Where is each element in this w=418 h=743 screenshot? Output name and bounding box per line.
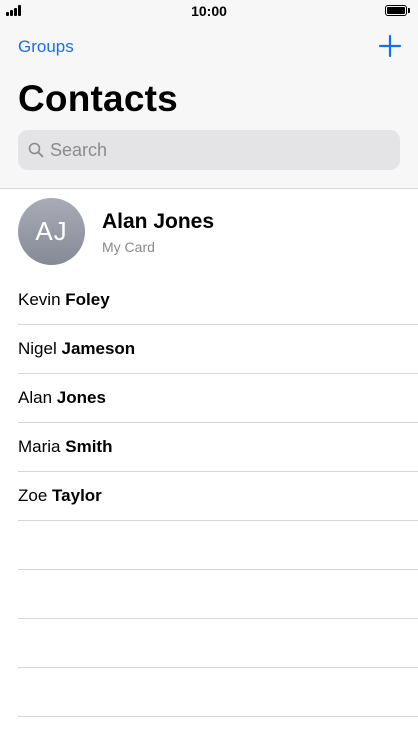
my-card-subtitle: My Card: [102, 239, 155, 255]
contact-name: Kevin Foley: [18, 290, 110, 310]
groups-button[interactable]: Groups: [18, 37, 74, 57]
battery-icon: [385, 5, 410, 16]
contact-first-name: Maria: [18, 437, 61, 456]
search-bar[interactable]: [18, 130, 400, 170]
contact-last-name: Smith: [65, 437, 113, 456]
contact-last-name: Jones: [56, 388, 106, 407]
contact-row[interactable]: Alan Jones: [0, 374, 418, 423]
contact-row[interactable]: Kevin Foley: [0, 276, 418, 325]
search-input[interactable]: [50, 130, 390, 170]
empty-list-row: [0, 619, 418, 668]
contact-row[interactable]: Maria Smith: [0, 423, 418, 472]
status-time: 10:00: [191, 3, 227, 19]
contact-list: Kevin Foley Nigel Jameson Alan Jones Mar…: [0, 276, 418, 717]
add-contact-button[interactable]: [378, 34, 402, 58]
contact-first-name: Kevin: [18, 290, 61, 309]
contact-name: Nigel Jameson: [18, 339, 135, 359]
contact-first-name: Nigel: [18, 339, 57, 358]
page-title: Contacts: [18, 78, 178, 119]
contact-row[interactable]: Nigel Jameson: [0, 325, 418, 374]
my-card-name: Alan Jones: [102, 210, 215, 233]
contact-name: Alan Jones: [18, 388, 106, 408]
my-card[interactable]: AJ Alan Jones My Card: [0, 189, 418, 275]
avatar: AJ: [18, 198, 85, 265]
search-icon: [28, 142, 44, 158]
contact-name: Maria Smith: [18, 437, 112, 457]
contact-first-name: Zoe: [18, 486, 48, 505]
empty-list-row: [0, 521, 418, 570]
contact-first-name: Alan: [18, 388, 53, 407]
contact-last-name: Foley: [65, 290, 110, 309]
empty-list-row: [0, 570, 418, 619]
contact-name: Zoe Taylor: [18, 486, 102, 506]
contact-row[interactable]: Zoe Taylor: [0, 472, 418, 521]
plus-icon: [378, 34, 402, 58]
header-area: 10:00 Groups Contacts: [0, 0, 418, 189]
status-bar: 10:00: [0, 0, 418, 22]
empty-list-row: [0, 668, 418, 717]
contact-last-name: Jameson: [61, 339, 136, 358]
contact-last-name: Taylor: [52, 486, 102, 505]
